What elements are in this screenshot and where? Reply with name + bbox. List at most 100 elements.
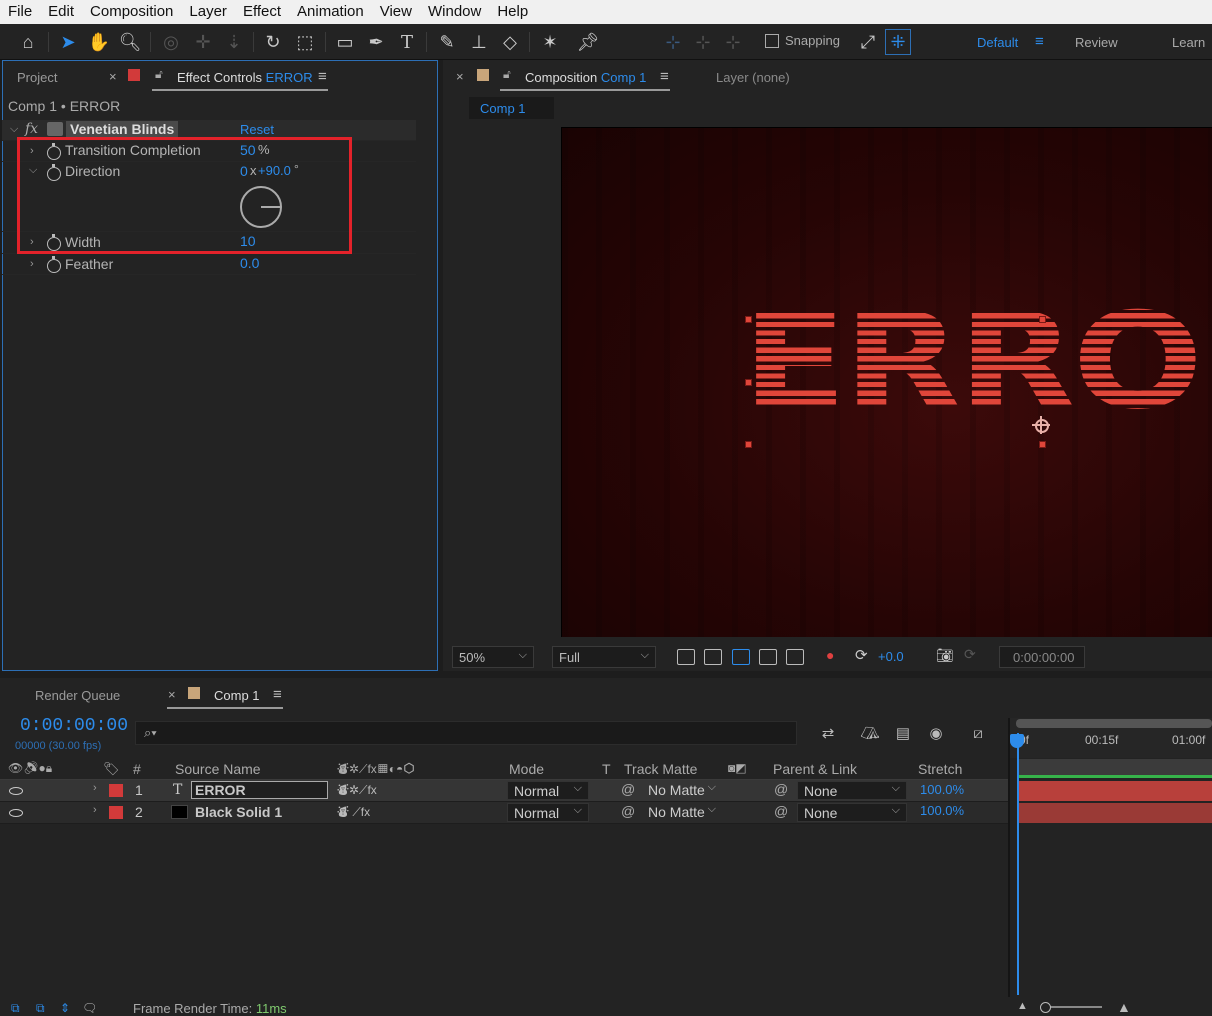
color-channels-icon[interactable]: ● xyxy=(826,647,834,663)
lock-icon[interactable]: 🔓︎ xyxy=(503,67,511,82)
selection-tool-icon[interactable]: ➤ xyxy=(55,29,81,55)
render-time-toggle-icon[interactable]: 🗨︎ xyxy=(82,1001,97,1015)
pan-camera-icon[interactable]: ✛ xyxy=(190,29,216,55)
layer-duration-bar[interactable] xyxy=(1018,803,1212,823)
stretch-value[interactable]: 100.0% xyxy=(920,782,964,797)
panel-menu-icon[interactable]: ≡ xyxy=(273,686,282,703)
pan-behind-tool-icon[interactable]: ⬚ xyxy=(292,29,318,55)
tab-composition[interactable]: Composition Comp 1 xyxy=(525,70,646,85)
menu-help[interactable]: Help xyxy=(489,0,536,24)
menu-layer[interactable]: Layer xyxy=(181,0,235,24)
in-out-toggle-icon[interactable]: ⇕ xyxy=(60,1001,74,1015)
layer-switches-icons[interactable]: ⛇✲⟋fx xyxy=(337,782,377,799)
menu-file[interactable]: File xyxy=(0,0,40,24)
chevron-right-icon[interactable]: › xyxy=(30,258,34,270)
effect-name[interactable]: Venetian Blinds xyxy=(66,121,179,137)
show-snapshot-icon[interactable]: ⟳ xyxy=(964,646,976,663)
composition-flowchart-icon[interactable]: ⇄ xyxy=(818,724,838,742)
lock-icon[interactable]: 🔓︎ xyxy=(155,67,163,82)
chevron-right-icon[interactable]: › xyxy=(93,804,97,816)
reset-exposure-icon[interactable]: ⟳ xyxy=(855,646,868,664)
rectangle-tool-icon[interactable]: ▭ xyxy=(332,29,358,55)
magnification-dropdown[interactable]: 50% ⌵ xyxy=(452,646,534,668)
canvas-text-layer[interactable]: ERRO xyxy=(742,296,1203,428)
workspace-learn[interactable]: Learn xyxy=(1172,35,1205,50)
mask-visibility-icon[interactable] xyxy=(732,649,750,665)
layer-label-swatch[interactable] xyxy=(109,806,123,819)
brush-tool-icon[interactable]: ✎ xyxy=(434,29,460,55)
layer-label-swatch[interactable] xyxy=(109,784,123,797)
transparency-grid-icon[interactable] xyxy=(704,649,722,665)
workspace-default[interactable]: Default xyxy=(977,35,1018,50)
dolly-camera-icon[interactable]: ⇣ xyxy=(221,29,247,55)
column-source-name[interactable]: Source Name xyxy=(175,761,261,777)
stopwatch-icon[interactable] xyxy=(47,256,61,273)
timeline-zoom-slider[interactable] xyxy=(1044,1006,1102,1008)
rotation-tool-icon[interactable]: ↻ xyxy=(260,29,286,55)
hand-tool-icon[interactable]: ✋ xyxy=(86,29,112,55)
panel-menu-icon[interactable]: ≡ xyxy=(660,68,669,85)
blend-mode-dropdown[interactable]: Normal ⌵ xyxy=(507,781,589,800)
workspace-menu-icon[interactable]: ≡ xyxy=(1035,33,1044,50)
layer-duration-bar[interactable] xyxy=(1018,781,1212,801)
fast-previews-icon[interactable] xyxy=(677,649,695,665)
home-icon[interactable]: ⌂ xyxy=(15,29,41,55)
layer-name[interactable]: Black Solid 1 xyxy=(195,804,282,820)
menu-window[interactable]: Window xyxy=(420,0,489,24)
frame-blending-icon[interactable]: ▤ xyxy=(893,724,913,742)
roto-brush-tool-icon[interactable]: ✶ xyxy=(537,29,563,55)
transform-handle[interactable] xyxy=(1039,316,1046,323)
view-axis-icon[interactable]: ⊹ xyxy=(720,29,746,55)
tab-effect-controls[interactable]: Effect Controls ERROR xyxy=(177,70,313,85)
menu-edit[interactable]: Edit xyxy=(40,0,82,24)
comp-navigator-tab[interactable]: Comp 1 xyxy=(469,97,554,119)
type-tool-icon[interactable]: T xyxy=(394,29,420,55)
draft-3d-icon[interactable]: ⛺︎ xyxy=(860,724,880,742)
workspace-review[interactable]: Review xyxy=(1075,35,1118,50)
pickwhip-icon[interactable]: @ xyxy=(621,781,635,797)
parent-dropdown[interactable]: None ⌵ xyxy=(797,803,907,822)
track-matte-dropdown[interactable]: No Matte ⌵ xyxy=(642,781,722,800)
current-time-display[interactable]: 0:00:00:00 xyxy=(20,716,128,736)
menu-animation[interactable]: Animation xyxy=(289,0,372,24)
resolution-dropdown[interactable]: Full ⌵ xyxy=(552,646,656,668)
reset-link[interactable]: Reset xyxy=(240,122,274,137)
layer-search-input[interactable]: ⌕▾ xyxy=(135,721,797,745)
pen-tool-icon[interactable]: ✒ xyxy=(363,29,389,55)
time-navigator-bar[interactable] xyxy=(1016,719,1212,728)
layer-name[interactable]: ERROR xyxy=(195,782,246,798)
eye-icon[interactable] xyxy=(9,809,23,817)
parent-pickwhip-icon[interactable]: @ xyxy=(774,781,788,797)
clone-stamp-tool-icon[interactable]: ⊥ xyxy=(466,29,492,55)
snap-grid-icon[interactable]: ⁜ xyxy=(885,29,911,55)
snapping-checkbox[interactable] xyxy=(765,33,779,48)
effect-preset-icon[interactable] xyxy=(47,122,63,136)
pickwhip-icon[interactable]: @ xyxy=(621,803,635,819)
property-value[interactable]: 0.0 xyxy=(240,255,259,271)
fx-toggle-icon[interactable]: fx xyxy=(25,121,38,137)
parent-pickwhip-icon[interactable]: @ xyxy=(774,803,788,819)
transfer-controls-toggle-icon[interactable]: ⧉ xyxy=(36,1001,50,1015)
menu-effect[interactable]: Effect xyxy=(235,0,289,24)
motion-blur-icon[interactable]: ◉ xyxy=(926,724,946,742)
blend-mode-dropdown[interactable]: Normal ⌵ xyxy=(507,803,589,822)
track-matte-dropdown[interactable]: No Matte ⌵ xyxy=(642,803,722,822)
menu-composition[interactable]: Composition xyxy=(82,0,181,24)
local-axis-icon[interactable]: ⊹ xyxy=(660,29,686,55)
transform-handle[interactable] xyxy=(745,316,752,323)
tab-timeline-comp[interactable]: Comp 1 xyxy=(214,688,260,703)
grid-guides-icon[interactable] xyxy=(786,649,804,665)
transform-handle[interactable] xyxy=(1039,441,1046,448)
zoom-tool-icon[interactable]: 🔍︎ xyxy=(117,29,143,55)
current-time-indicator[interactable] xyxy=(1017,733,1019,995)
zoom-out-icon[interactable]: ▲ xyxy=(1017,1000,1028,1012)
orbit-camera-icon[interactable]: ◎ xyxy=(158,29,184,55)
timeline-divider[interactable] xyxy=(1008,718,1010,1016)
composition-viewer[interactable]: ERRO xyxy=(561,127,1212,637)
zoom-in-icon[interactable]: ▲ xyxy=(1117,999,1131,1015)
layer-switches-icons[interactable]: ⛇ ⟋fx xyxy=(337,804,370,821)
panel-menu-icon[interactable]: ≡ xyxy=(318,68,327,85)
viewer-timecode[interactable]: 0:00:00:00 xyxy=(999,646,1085,668)
puppet-pin-tool-icon[interactable]: 📌︎ xyxy=(575,29,601,55)
parent-dropdown[interactable]: None ⌵ xyxy=(797,781,907,800)
